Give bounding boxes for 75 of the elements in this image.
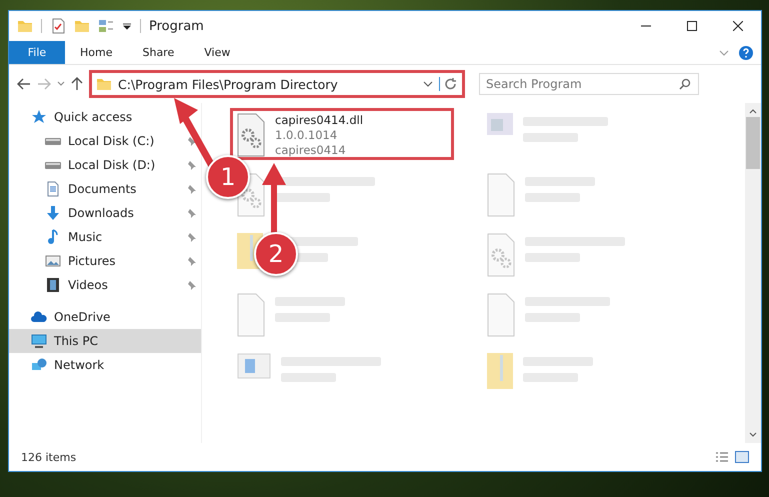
dropdown-caret-icon <box>122 21 132 31</box>
monitor-icon <box>31 333 47 349</box>
view-options-icon <box>98 18 114 34</box>
chevron-down-icon[interactable] <box>749 431 757 439</box>
pin-icon[interactable] <box>187 232 197 242</box>
file-detail: capires0414 <box>275 143 347 158</box>
folder-icon <box>17 18 33 34</box>
sidebar-item[interactable]: Local Disk (D:) <box>9 153 201 177</box>
sidebar-item[interactable]: Documents <box>9 177 201 201</box>
film-icon <box>45 277 61 293</box>
folder-icon <box>96 76 112 92</box>
blank-file-icon <box>237 293 265 337</box>
forward-arrow-icon[interactable] <box>37 78 51 90</box>
address-bar[interactable]: C:\Program Files\Program Directory <box>89 70 465 98</box>
item-count: 126 items <box>21 450 76 464</box>
chevron-down-icon[interactable] <box>423 81 433 87</box>
sidebar-item[interactable]: Videos <box>9 273 201 297</box>
properties-icon <box>50 18 66 34</box>
minimize-icon <box>641 25 651 27</box>
search-field[interactable]: Search Program <box>479 73 699 95</box>
ribbon-tab[interactable]: Share <box>127 41 190 64</box>
blank-file-icon <box>487 173 515 217</box>
window-title: Program <box>149 18 204 34</box>
chevron-down-icon[interactable] <box>57 81 65 87</box>
pin-icon[interactable] <box>187 208 197 218</box>
sidebar-item[interactable]: Music <box>9 225 201 249</box>
application-icon <box>487 113 513 135</box>
gear-file-icon <box>487 233 515 277</box>
back-arrow-icon[interactable] <box>17 78 31 90</box>
zip-folder-icon <box>487 353 513 389</box>
help-icon[interactable] <box>739 46 753 60</box>
down-arrow-icon <box>45 205 61 221</box>
ribbon-tab[interactable]: Home <box>65 41 128 64</box>
sidebar-item[interactable]: Pictures <box>9 249 201 273</box>
sidebar-item[interactable]: Local Disk (C:) <box>9 129 201 153</box>
pin-icon[interactable] <box>187 136 197 146</box>
ribbon-tab[interactable]: File <box>9 41 65 64</box>
up-arrow-icon[interactable] <box>71 77 83 91</box>
file-detail: 1.0.0.1014 <box>275 128 338 143</box>
scrollbar[interactable] <box>745 103 761 443</box>
search-icon <box>679 78 691 90</box>
document-icon <box>45 181 61 197</box>
arrow <box>172 98 216 168</box>
pin-icon[interactable] <box>187 280 197 290</box>
file-name: capires0414.dll <box>275 113 364 128</box>
file-item[interactable]: capires0414.dll 1.0.0.1014 capires0414 <box>230 108 454 160</box>
drive-icon <box>45 138 61 144</box>
cloud-icon <box>31 309 47 325</box>
installer-window-icon <box>237 353 271 379</box>
chevron-up-icon[interactable] <box>749 107 757 115</box>
drive-icon <box>45 162 61 168</box>
ribbon-tab[interactable]: View <box>189 41 246 64</box>
arrow <box>262 163 286 235</box>
address-path: C:\Program Files\Program Directory <box>118 76 339 92</box>
refresh-icon[interactable] <box>439 77 458 91</box>
picture-icon <box>45 253 61 269</box>
pin-icon[interactable] <box>187 184 197 194</box>
pin-icon[interactable] <box>187 160 197 170</box>
maximize-icon <box>687 21 697 31</box>
sidebar-item[interactable]: Downloads <box>9 201 201 225</box>
network-globe-icon <box>31 357 47 373</box>
details-view-icon[interactable] <box>715 451 729 463</box>
blank-file-icon <box>487 293 515 337</box>
star-icon <box>31 109 47 125</box>
large-icons-view-icon[interactable] <box>735 451 749 463</box>
sidebar-item[interactable]: This PC <box>9 329 201 353</box>
scrollbar-thumb[interactable] <box>746 117 760 169</box>
pin-icon[interactable] <box>187 256 197 266</box>
gear-file-icon <box>237 113 265 157</box>
sidebar-item[interactable]: Quick access <box>9 105 201 129</box>
new-folder-icon <box>74 18 90 34</box>
close-icon <box>733 21 743 31</box>
sidebar-item[interactable]: Network <box>9 353 201 377</box>
blurred-text-bar <box>275 193 330 202</box>
sidebar-item[interactable]: OneDrive <box>9 305 201 329</box>
